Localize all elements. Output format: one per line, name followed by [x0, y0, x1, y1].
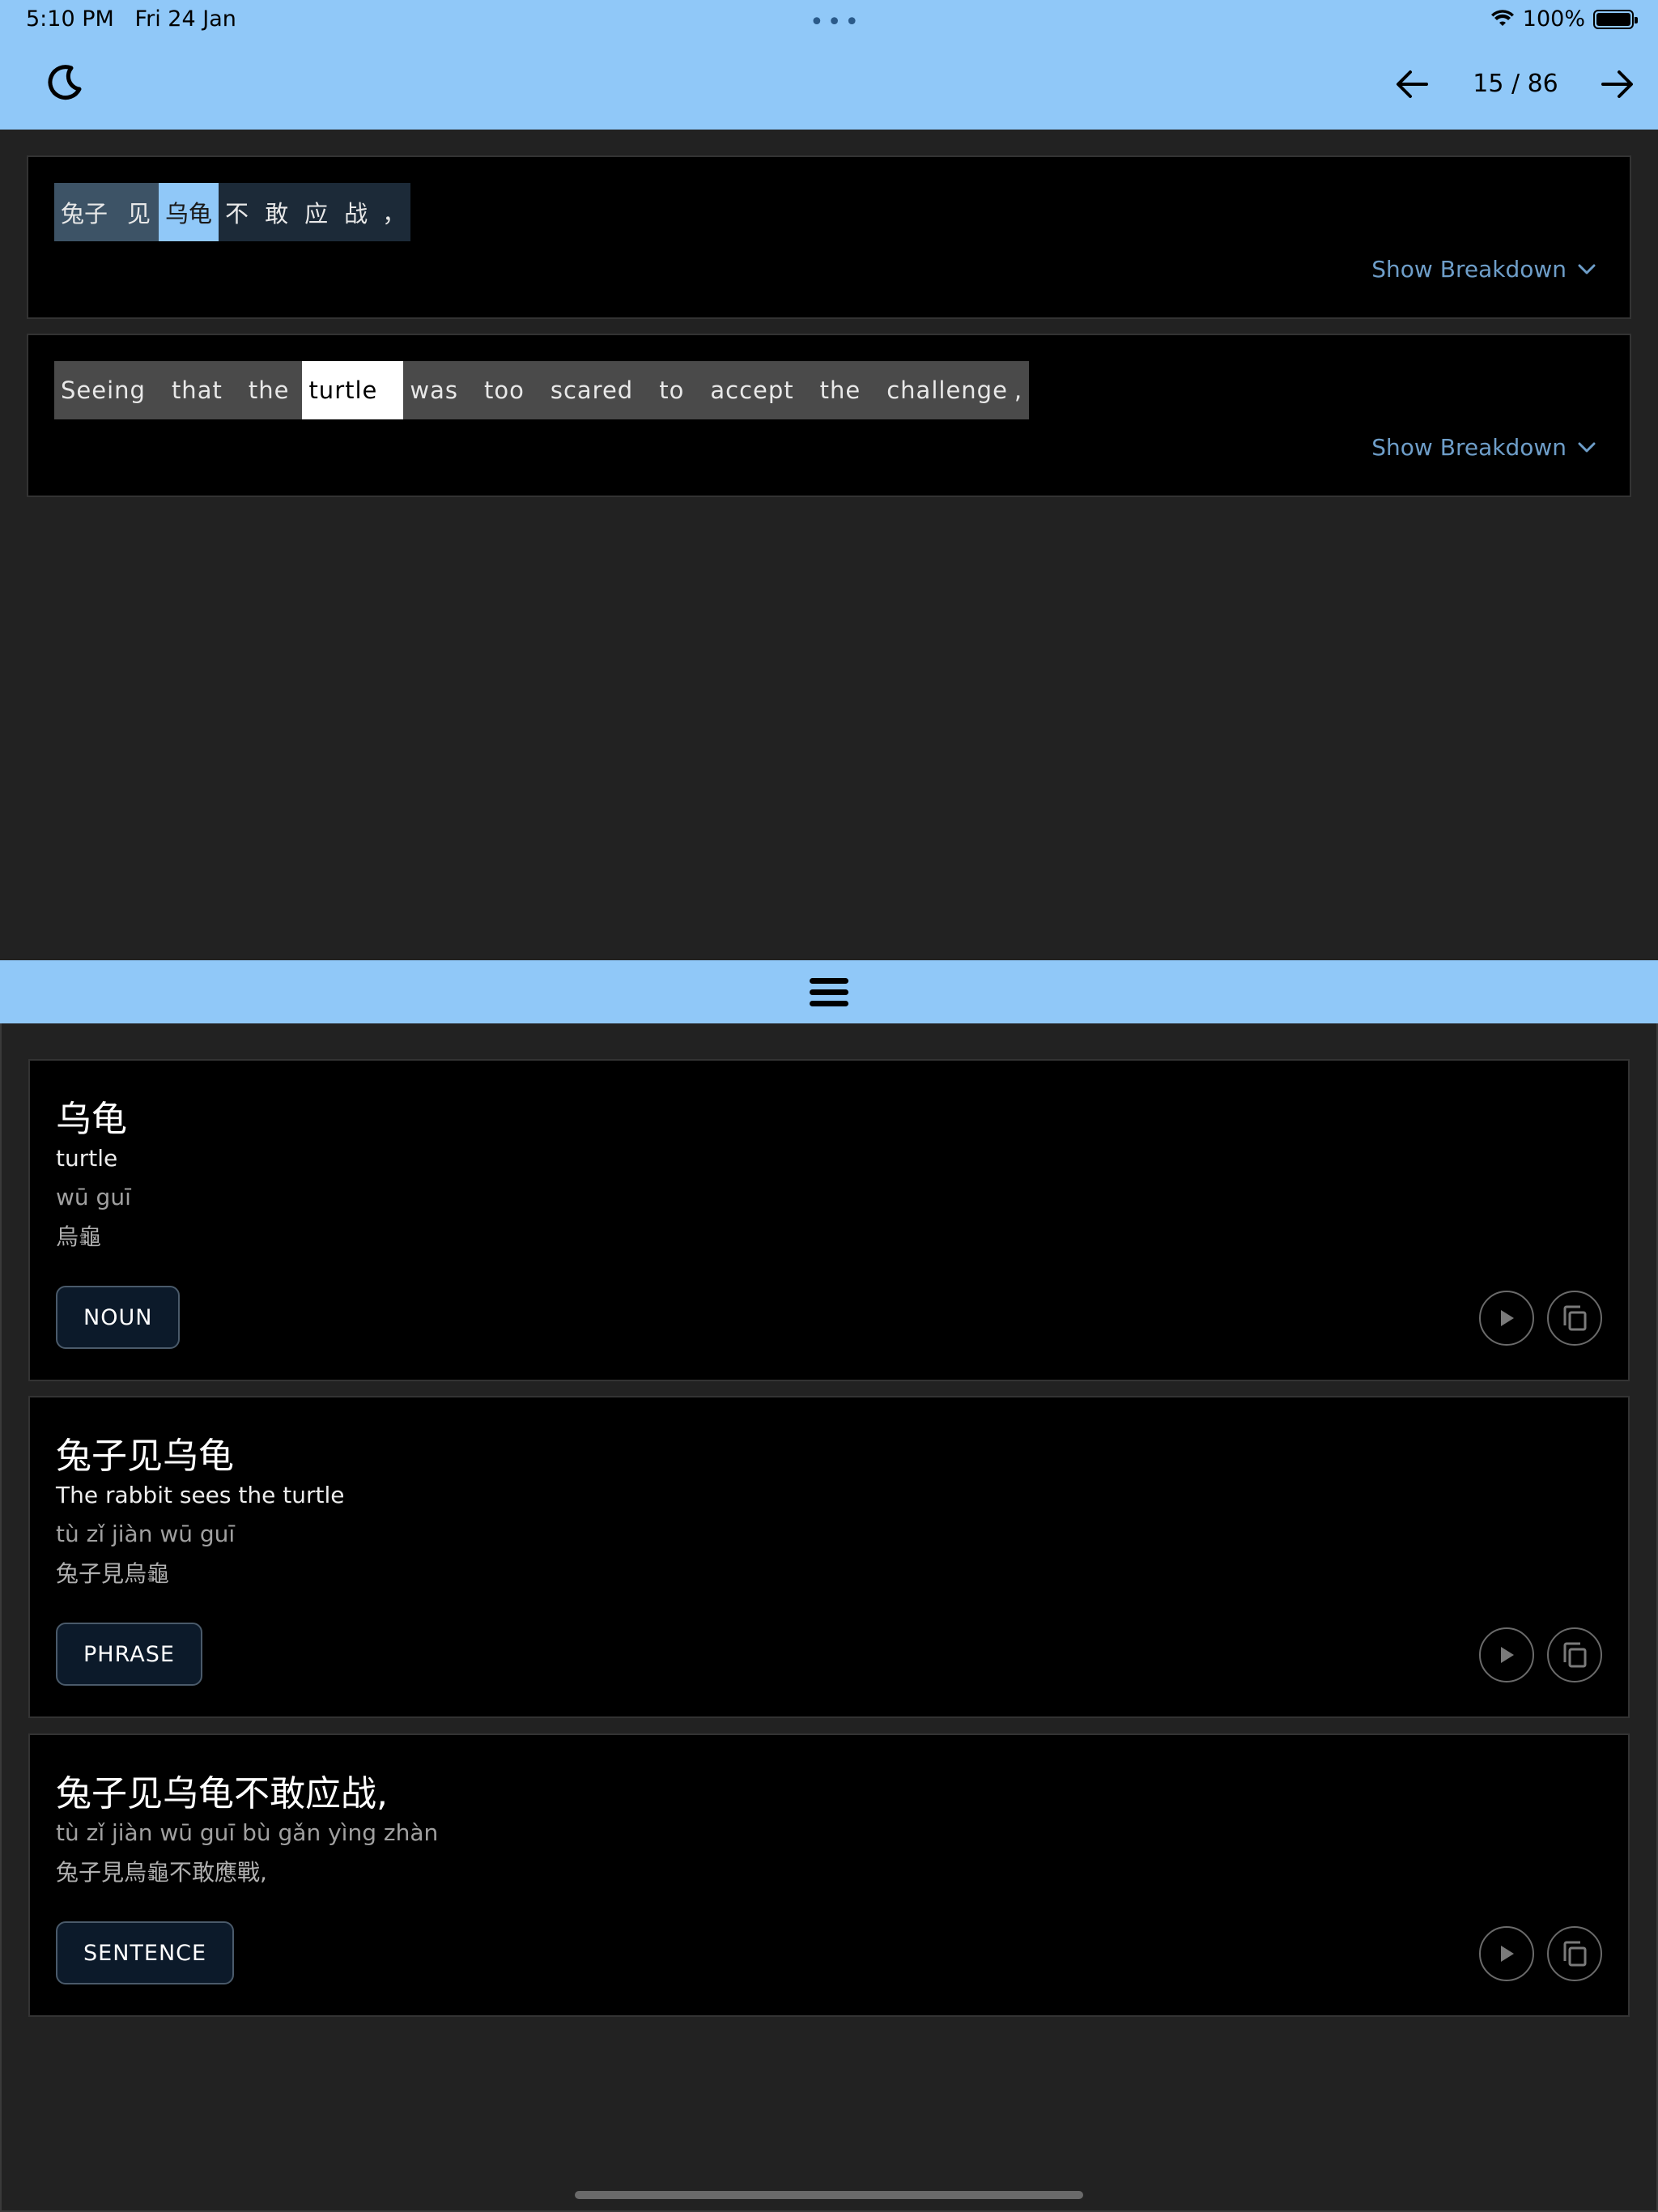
- part-of-speech-tag[interactable]: SENTENCE: [56, 1921, 235, 1984]
- drag-handle-icon[interactable]: [810, 975, 848, 1010]
- chinese-token[interactable]: 战: [336, 183, 376, 241]
- chevron-down-icon: [1578, 264, 1596, 274]
- show-breakdown-label: Show Breakdown: [1371, 434, 1567, 461]
- page-counter: 15 / 86: [1473, 70, 1558, 98]
- english-token[interactable]: that: [158, 361, 236, 419]
- show-breakdown-button[interactable]: Show Breakdown: [1371, 434, 1596, 461]
- entry-traditional: 兔子見烏龜: [56, 1560, 170, 1587]
- play-icon: [1501, 1310, 1514, 1326]
- entry-title: 乌龟: [56, 1099, 127, 1140]
- chinese-token[interactable]: 敢: [257, 183, 297, 241]
- chinese-token[interactable]: 见: [121, 183, 159, 241]
- english-token-row: Seeing that the turtle was too scared to…: [54, 361, 1030, 419]
- copy-button[interactable]: [1547, 1926, 1602, 1981]
- chinese-sentence-card: 兔子 见 乌龟 不 敢 应 战 ， Show Breakdown: [27, 155, 1631, 319]
- entry-meaning: The rabbit sees the turtle: [56, 1482, 345, 1508]
- chinese-token-row: 兔子 见 乌龟 不 敢 应 战 ，: [54, 183, 411, 241]
- chinese-token[interactable]: 不: [219, 183, 257, 241]
- copy-icon: [1563, 1941, 1587, 1967]
- status-time: 5:10 PM Fri 24 Jan: [26, 6, 236, 32]
- battery-percent: 100%: [1522, 6, 1585, 32]
- copy-icon: [1563, 1305, 1587, 1331]
- english-token[interactable]: Seeing: [54, 361, 159, 419]
- copy-icon: [1563, 1642, 1587, 1668]
- english-token[interactable]: too: [471, 361, 538, 419]
- home-indicator[interactable]: [575, 2191, 1083, 2199]
- status-bar: 5:10 PM Fri 24 Jan ••• 100%: [0, 0, 1658, 39]
- panel-drag-bar[interactable]: [0, 960, 1658, 1023]
- english-token[interactable]: the: [235, 361, 303, 419]
- chevron-down-icon: [1578, 442, 1596, 452]
- chinese-token[interactable]: 兔子: [54, 183, 121, 241]
- part-of-speech-tag[interactable]: NOUN: [56, 1286, 181, 1349]
- english-token[interactable]: to: [646, 361, 698, 419]
- moon-icon[interactable]: [47, 63, 84, 100]
- word-entry-card: 乌龟 turtle wū guī 烏龜 NOUN: [28, 1059, 1630, 1381]
- chinese-token-selected[interactable]: 乌龟: [159, 183, 219, 241]
- english-token[interactable]: challenge: [874, 361, 1011, 419]
- status-indicators: 100%: [1490, 6, 1638, 32]
- multitasking-dots-icon[interactable]: •••: [810, 8, 862, 36]
- battery-icon: [1593, 9, 1638, 29]
- chinese-token[interactable]: 应: [296, 183, 337, 241]
- english-token[interactable]: the: [806, 361, 874, 419]
- entry-title: 兔子见乌龟: [56, 1436, 234, 1477]
- sentence-entry-card: 兔子见乌龟不敢应战, tù zǐ jiàn wū guī bù gǎn yìng…: [28, 1733, 1630, 2017]
- wifi-icon: [1490, 9, 1514, 26]
- english-token[interactable]: ,: [1010, 361, 1030, 419]
- show-breakdown-label: Show Breakdown: [1371, 256, 1567, 283]
- entry-traditional: 烏龜: [56, 1223, 102, 1250]
- play-icon: [1501, 1647, 1514, 1663]
- play-icon: [1501, 1946, 1514, 1962]
- english-token[interactable]: scared: [537, 361, 647, 419]
- copy-button[interactable]: [1547, 1291, 1602, 1346]
- arrow-left-icon[interactable]: [1394, 68, 1430, 100]
- phrase-entry-card: 兔子见乌龟 The rabbit sees the turtle tù zǐ j…: [28, 1396, 1630, 1718]
- copy-button[interactable]: [1547, 1627, 1602, 1682]
- entry-meaning: turtle: [56, 1145, 118, 1172]
- play-button[interactable]: [1479, 1627, 1534, 1682]
- entry-title: 兔子见乌龟不敢应战,: [56, 1773, 388, 1814]
- arrow-right-icon[interactable]: [1600, 68, 1635, 100]
- english-token[interactable]: accept: [697, 361, 807, 419]
- entry-pinyin: tù zǐ jiàn wū guī bù gǎn yìng zhàn: [56, 1819, 439, 1846]
- entry-traditional: 兔子見烏龜不敢應戰,: [56, 1859, 267, 1886]
- show-breakdown-button[interactable]: Show Breakdown: [1371, 256, 1596, 283]
- entry-pinyin: tù zǐ jiàn wū guī: [56, 1521, 236, 1547]
- english-token-selected[interactable]: turtle: [302, 361, 404, 419]
- english-token[interactable]: was: [403, 361, 471, 419]
- english-sentence-card: Seeing that the turtle was too scared to…: [27, 334, 1631, 497]
- play-button[interactable]: [1479, 1291, 1534, 1346]
- chinese-token[interactable]: ，: [376, 183, 411, 241]
- app-header: 15 / 86: [0, 39, 1658, 130]
- play-button[interactable]: [1479, 1926, 1534, 1981]
- part-of-speech-tag[interactable]: PHRASE: [56, 1623, 202, 1686]
- entry-pinyin: wū guī: [56, 1184, 131, 1210]
